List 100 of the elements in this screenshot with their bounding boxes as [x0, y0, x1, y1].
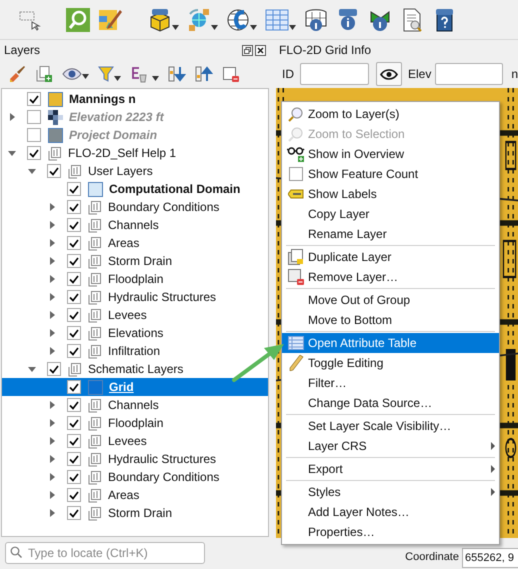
menu-item[interactable]: Move to Bottom	[282, 310, 499, 330]
layer-checkbox[interactable]	[67, 236, 81, 250]
expanded-arrow-icon[interactable]	[28, 168, 36, 174]
layer-checkbox[interactable]	[67, 254, 81, 268]
menu-item[interactable]: Copy Layer	[282, 204, 499, 224]
expanded-arrow-icon[interactable]	[8, 150, 16, 156]
menu-item[interactable]: Export	[282, 459, 499, 479]
expression-filter-icon[interactable]	[130, 65, 148, 83]
magnifier-icon[interactable]	[66, 8, 90, 32]
menu-item[interactable]: Change Data Source…	[282, 393, 499, 413]
menu-item[interactable]: Move Out of Group	[282, 290, 499, 310]
collapsed-arrow-icon[interactable]	[50, 455, 54, 463]
menu-item[interactable]: Show Labels	[282, 184, 499, 204]
layer-checkbox[interactable]	[67, 434, 81, 448]
menu-item[interactable]: Set Layer Scale Visibility…	[282, 416, 499, 436]
layer-checkbox[interactable]	[67, 380, 81, 394]
collapsed-arrow-icon[interactable]	[50, 203, 54, 211]
collapsed-arrow-icon[interactable]	[50, 221, 54, 229]
collapsed-arrow-icon[interactable]	[10, 113, 14, 121]
menu-item[interactable]: Styles	[282, 482, 499, 502]
table-icon[interactable]	[265, 8, 289, 32]
collapsed-arrow-icon[interactable]	[50, 275, 54, 283]
layer-row[interactable]: Schematic Layers	[2, 360, 268, 378]
layer-row[interactable]: Areas	[2, 234, 268, 252]
collapsed-arrow-icon[interactable]	[50, 509, 54, 517]
layer-checkbox[interactable]	[67, 506, 81, 520]
menu-item[interactable]: Remove Layer…	[282, 267, 499, 287]
layer-checkbox[interactable]	[67, 272, 81, 286]
collapsed-arrow-icon[interactable]	[50, 491, 54, 499]
layer-checkbox[interactable]	[67, 182, 81, 196]
collapsed-arrow-icon[interactable]	[50, 347, 54, 355]
close-icon[interactable]	[255, 44, 266, 56]
layer-row[interactable]: User Layers	[2, 162, 268, 180]
grid-info-icon[interactable]	[304, 8, 328, 32]
coordinate-field[interactable]: 655262, 9	[462, 548, 518, 568]
layer-row[interactable]: Floodplain	[2, 270, 268, 288]
menu-item[interactable]: Toggle Editing	[282, 353, 499, 373]
layer-checkbox[interactable]	[67, 488, 81, 502]
id-field[interactable]	[300, 63, 369, 85]
menu-item[interactable]: Open Attribute Table	[282, 333, 499, 353]
menu-item[interactable]: Show in Overview	[282, 144, 499, 164]
layer-checkbox[interactable]	[67, 218, 81, 232]
layer-row[interactable]: FLO-2D_Self Help 1	[2, 144, 268, 162]
layer-row[interactable]: Channels	[2, 396, 268, 414]
collapsed-arrow-icon[interactable]	[50, 257, 54, 265]
layer-row[interactable]: Infiltration	[2, 342, 268, 360]
menu-item[interactable]: Layer CRS	[282, 436, 499, 456]
layer-checkbox[interactable]	[67, 308, 81, 322]
collapse-all-icon[interactable]	[195, 65, 213, 83]
layer-checkbox[interactable]	[27, 92, 41, 106]
layer-checkbox[interactable]	[27, 110, 41, 124]
add-group-icon[interactable]	[35, 65, 53, 83]
layer-row[interactable]: Boundary Conditions	[2, 198, 268, 216]
layer-checkbox[interactable]	[67, 470, 81, 484]
layer-row[interactable]: Floodplain	[2, 414, 268, 432]
globe-grid-icon[interactable]	[226, 8, 250, 32]
menu-item[interactable]: Add Layer Notes…	[282, 502, 499, 522]
layer-row[interactable]: Boundary Conditions	[2, 468, 268, 486]
layer-checkbox[interactable]	[67, 290, 81, 304]
filter-icon[interactable]	[98, 65, 114, 83]
menu-item[interactable]: Duplicate Layer	[282, 247, 499, 267]
info-icon[interactable]	[336, 8, 360, 32]
layer-checkbox[interactable]	[67, 326, 81, 340]
menu-item[interactable]: Properties…	[282, 522, 499, 542]
layer-row[interactable]: Storm Drain	[2, 252, 268, 270]
layer-checkbox[interactable]	[27, 128, 41, 142]
layer-checkbox[interactable]	[67, 416, 81, 430]
map-pencil-icon[interactable]	[98, 8, 122, 32]
layer-row[interactable]: Computational Domain	[2, 180, 268, 198]
layer-row[interactable]: Areas	[2, 486, 268, 504]
elev-field[interactable]	[435, 63, 504, 85]
remove-layer-icon[interactable]	[222, 65, 240, 83]
collapsed-arrow-icon[interactable]	[50, 419, 54, 427]
layer-row[interactable]: Elevations	[2, 324, 268, 342]
menu-item[interactable]: Zoom to Layer(s)	[282, 104, 499, 124]
layer-checkbox[interactable]	[67, 200, 81, 214]
collapsed-arrow-icon[interactable]	[50, 311, 54, 319]
locate-search-field[interactable]: Type to locate (Ctrl+K)	[5, 542, 205, 564]
layer-row[interactable]: Hydraulic Structures	[2, 450, 268, 468]
collapsed-arrow-icon[interactable]	[50, 473, 54, 481]
layer-checkbox[interactable]	[27, 146, 41, 160]
box-icon[interactable]	[148, 8, 172, 32]
menu-item[interactable]: Filter…	[282, 373, 499, 393]
layer-checkbox[interactable]	[47, 164, 61, 178]
layer-row[interactable]: Storm Drain	[2, 504, 268, 522]
collapsed-arrow-icon[interactable]	[50, 239, 54, 247]
collapsed-arrow-icon[interactable]	[50, 437, 54, 445]
paintbrush-icon[interactable]	[8, 65, 26, 83]
eye-button[interactable]	[376, 62, 402, 86]
layer-checkbox[interactable]	[47, 362, 61, 376]
layer-row[interactable]: Channels	[2, 216, 268, 234]
collapsed-arrow-icon[interactable]	[50, 401, 54, 409]
collapsed-arrow-icon[interactable]	[50, 293, 54, 301]
eye-icon[interactable]	[62, 67, 82, 81]
layer-checkbox[interactable]	[67, 398, 81, 412]
expanded-arrow-icon[interactable]	[28, 366, 36, 372]
expand-all-icon[interactable]	[168, 65, 186, 83]
float-panel-icon[interactable]	[242, 44, 253, 56]
layer-checkbox[interactable]	[67, 452, 81, 466]
menu-item[interactable]: Show Feature Count	[282, 164, 499, 184]
